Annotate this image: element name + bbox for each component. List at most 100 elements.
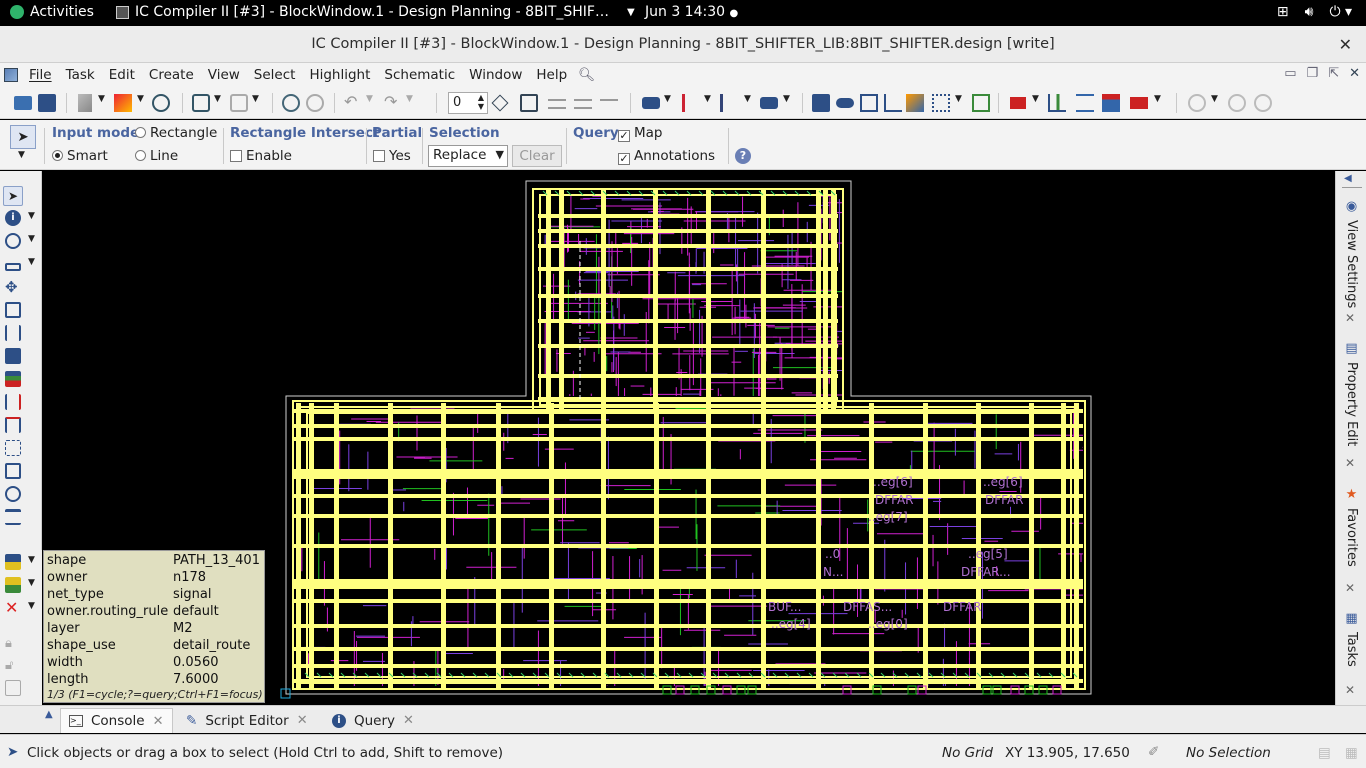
- menu-create[interactable]: Create: [142, 67, 201, 83]
- distribute-icon[interactable]: [574, 99, 592, 109]
- select-tool-icon[interactable]: ➤: [3, 186, 23, 206]
- search-icon[interactable]: 🔍︎: [578, 67, 595, 83]
- panel-icon[interactable]: [5, 509, 21, 525]
- pin-icon[interactable]: [491, 94, 509, 112]
- chevron-down-icon[interactable]: ▼: [1211, 94, 1229, 112]
- collapse-arrow-icon[interactable]: ◀: [1344, 173, 1352, 184]
- open-folder-icon[interactable]: [14, 96, 32, 110]
- chevron-down-icon[interactable]: ▼: [28, 601, 44, 617]
- align-top-icon[interactable]: [600, 99, 618, 109]
- partial-yes-checkbox[interactable]: Yes: [373, 148, 411, 164]
- tab-query[interactable]: i Query ✕: [324, 708, 422, 733]
- group-icon[interactable]: [5, 486, 21, 502]
- restore-icon[interactable]: ❐: [1307, 66, 1319, 81]
- redo-icon[interactable]: ↷: [384, 92, 402, 111]
- tool-a-icon[interactable]: [1188, 94, 1206, 112]
- menu-view[interactable]: View: [201, 67, 247, 83]
- menu-highlight[interactable]: Highlight: [302, 67, 377, 83]
- chevron-down-icon[interactable]: ▼: [28, 211, 44, 227]
- blocks-icon[interactable]: [932, 94, 950, 112]
- chevron-down-icon[interactable]: ▼: [28, 257, 44, 273]
- tab-script-editor[interactable]: ✎ Script Editor ✕: [178, 708, 316, 733]
- radio-smart[interactable]: Smart: [52, 148, 108, 164]
- cc-icon[interactable]: [812, 94, 830, 112]
- query-annotations-checkbox[interactable]: ✓ Annotations: [618, 148, 715, 165]
- tool-b-icon[interactable]: [1228, 94, 1246, 112]
- clear-button[interactable]: Clear: [512, 145, 562, 167]
- zoom-icon[interactable]: [5, 233, 21, 249]
- chart-icon[interactable]: [884, 94, 902, 112]
- chevron-down-icon[interactable]: ▼: [1154, 94, 1172, 112]
- enable-checkbox[interactable]: Enable: [230, 148, 292, 164]
- clear-highlight-icon[interactable]: ✕: [5, 600, 21, 616]
- tab-property-editor[interactable]: ▤ Property Edit: [1336, 341, 1366, 451]
- detach-icon[interactable]: ⇱: [1328, 66, 1339, 81]
- align-icon[interactable]: [5, 371, 21, 387]
- system-tray[interactable]: ⊞ 🔊︎ ⏻ ▾: [1277, 4, 1352, 20]
- close-icon[interactable]: ✕: [1345, 311, 1355, 325]
- info-icon[interactable]: i: [5, 210, 21, 226]
- tab-console[interactable]: >_ Console ✕: [60, 708, 173, 733]
- cell-icon[interactable]: [836, 98, 854, 108]
- close-icon[interactable]: ✕: [1349, 66, 1360, 81]
- clock[interactable]: Jun 3 14:30 ●: [645, 4, 738, 20]
- bar-list-icon[interactable]: [720, 94, 738, 112]
- pencil-icon[interactable]: [78, 94, 92, 112]
- menu-file[interactable]: File: [22, 67, 59, 83]
- stretch-icon[interactable]: [5, 302, 21, 318]
- calculator-icon[interactable]: [520, 94, 538, 112]
- unlock-icon[interactable]: 🔓︎: [5, 658, 21, 674]
- icv-icon[interactable]: [1130, 97, 1148, 109]
- undo-icon[interactable]: ↶: [344, 92, 362, 111]
- bar-chart-icon[interactable]: [1048, 94, 1066, 112]
- radio-rectangle[interactable]: Rectangle: [135, 125, 217, 141]
- chevron-down-icon[interactable]: ▼: [366, 94, 384, 112]
- chevron-down-icon[interactable]: ▼: [783, 94, 801, 112]
- close-icon[interactable]: ✕: [153, 714, 164, 729]
- close-window-icon[interactable]: ✕: [1339, 26, 1352, 63]
- zoom-fit-icon[interactable]: [282, 94, 300, 112]
- move-icon[interactable]: ✥: [5, 279, 21, 295]
- radio-line[interactable]: Line: [135, 148, 178, 164]
- chevron-down-icon[interactable]: ▼: [28, 578, 44, 594]
- route-icon[interactable]: [906, 94, 924, 112]
- drc-icon[interactable]: [1010, 97, 1026, 109]
- menu-select[interactable]: Select: [247, 67, 303, 83]
- menu-task[interactable]: Task: [59, 67, 102, 83]
- close-icon[interactable]: ✕: [1345, 683, 1355, 697]
- layers-icon[interactable]: [1076, 94, 1094, 112]
- layer-spinbox[interactable]: 0 ▲ ▼: [448, 92, 488, 114]
- pin-icon[interactable]: [5, 417, 21, 433]
- zoom-selection-icon[interactable]: [306, 94, 324, 112]
- numbered-list-icon[interactable]: [682, 94, 700, 112]
- expand-panel-icon[interactable]: ▲: [45, 709, 53, 720]
- chevron-down-icon[interactable]: ▼: [28, 555, 44, 571]
- frame-icon[interactable]: [5, 680, 21, 696]
- annotation-icon[interactable]: [5, 577, 21, 593]
- tool-c-icon[interactable]: [1254, 94, 1272, 112]
- chevron-down-icon[interactable]: ▼: [406, 94, 424, 112]
- query-map-checkbox[interactable]: ✓ Map: [618, 125, 663, 142]
- mirror-icon[interactable]: [5, 394, 21, 410]
- grid-icon[interactable]: [860, 94, 878, 112]
- chevron-down-icon[interactable]: ▼: [664, 94, 682, 112]
- copy-icon[interactable]: [5, 348, 21, 364]
- highlight-icon[interactable]: [5, 554, 21, 570]
- close-icon[interactable]: ✕: [1345, 581, 1355, 595]
- app-menu-button[interactable]: IC Compiler II [#3] - BlockWindow.1 - De…: [116, 4, 635, 20]
- tile-icon[interactable]: ▭: [1284, 66, 1296, 81]
- selection-mode-select[interactable]: Replace: [428, 145, 508, 167]
- rotate-icon[interactable]: [230, 94, 248, 112]
- camera-icon[interactable]: [760, 97, 778, 109]
- help-icon[interactable]: ?: [735, 148, 751, 164]
- snap-icon[interactable]: [152, 94, 170, 112]
- menu-help[interactable]: Help: [529, 67, 574, 83]
- select-mode-button[interactable]: ➤: [10, 125, 36, 149]
- close-icon[interactable]: ✕: [403, 713, 414, 728]
- align-icon[interactable]: [548, 99, 566, 109]
- menu-schematic[interactable]: Schematic: [377, 67, 462, 83]
- menu-window[interactable]: Window: [462, 67, 529, 83]
- tab-view-settings[interactable]: ◉ View Settings: [1336, 199, 1366, 309]
- duplicate-icon[interactable]: [5, 463, 21, 479]
- chevron-down-icon[interactable]: ▼: [252, 94, 270, 112]
